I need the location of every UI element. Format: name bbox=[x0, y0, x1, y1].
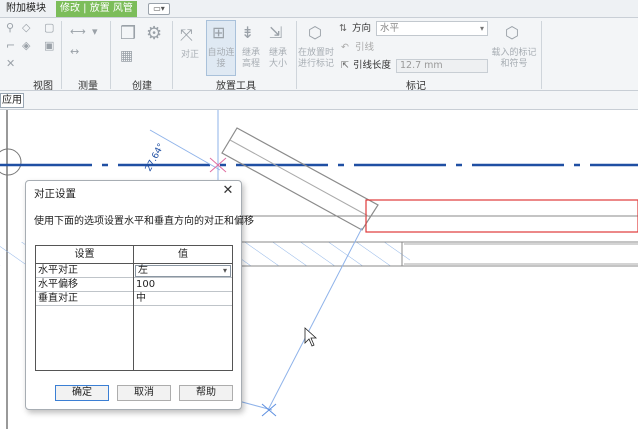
apply-button[interactable]: 应用 bbox=[0, 93, 24, 108]
inherit-elevation-icon[interactable]: ⇟ bbox=[241, 24, 254, 42]
tab-modify-place-duct[interactable]: 修改 | 放置 风管 bbox=[56, 1, 137, 17]
vertical-justification-value[interactable]: 中 bbox=[134, 292, 230, 305]
override-icon[interactable]: ◈ bbox=[22, 40, 30, 52]
orientation-icon: ⇅ bbox=[339, 23, 347, 34]
measure-dropdown-icon[interactable]: ▾ bbox=[92, 26, 98, 38]
row-label: 水平对正 bbox=[38, 265, 78, 276]
orientation-value: 水平 bbox=[380, 23, 400, 34]
leader-length-input[interactable]: 12.7 mm bbox=[396, 59, 488, 73]
inherit-size-label[interactable]: 继承大小 bbox=[265, 48, 291, 70]
delete-icon[interactable]: ✕ bbox=[6, 58, 15, 70]
ok-button[interactable]: 确定 bbox=[55, 385, 109, 401]
select-value: 左 bbox=[138, 265, 148, 276]
paint-icon[interactable]: ⌐ bbox=[6, 40, 15, 52]
chevron-down-icon: ▾ bbox=[479, 24, 484, 33]
panel-label-view: 视图 bbox=[33, 81, 53, 92]
mouse-cursor bbox=[304, 327, 318, 347]
leader-length-label: 引线长度 bbox=[353, 60, 392, 71]
load-tags-label[interactable]: 载入的标记和符号 bbox=[490, 48, 538, 70]
ribbon-minimize-icon[interactable]: ▭▾ bbox=[148, 3, 170, 15]
section-icon[interactable]: ▣ bbox=[44, 40, 54, 52]
justify-label: 对正 bbox=[180, 50, 199, 60]
horizontal-justification-select[interactable]: 左 ▾ bbox=[135, 265, 231, 277]
hide-icon[interactable]: ◇ bbox=[22, 22, 30, 34]
load-tags-icon[interactable]: ⬡ bbox=[505, 24, 519, 42]
auto-connect-icon: ⊞ bbox=[212, 23, 226, 42]
grid-bubble bbox=[0, 148, 22, 176]
settings-table: 设置 值 水平对正 左 ▾ 水平偏移 100 垂直对正 中 bbox=[35, 245, 233, 371]
column-header-value: 值 bbox=[178, 249, 188, 260]
column-divider bbox=[133, 246, 134, 370]
dialog-description: 使用下面的选项设置水平和垂直方向的对正和偏移 bbox=[34, 216, 254, 227]
dialog-title: 对正设置 bbox=[34, 188, 76, 200]
tag-on-placement-label[interactable]: 在放置时进行标记 bbox=[296, 48, 336, 70]
create-similar-icon[interactable]: ❒ bbox=[120, 24, 136, 44]
horizontal-offset-value[interactable]: 100 bbox=[134, 278, 230, 291]
cancel-button[interactable]: 取消 bbox=[117, 385, 171, 401]
leader-length-icon: ⇱ bbox=[341, 60, 349, 71]
ribbon-tab-bar: 附加模块 修改 | 放置 风管 ▭▾ bbox=[0, 0, 638, 18]
table-row[interactable]: 垂直对正 中 bbox=[36, 292, 232, 306]
panel-label-create: 创建 bbox=[132, 81, 152, 92]
auto-connect-label: 自动连接 bbox=[207, 48, 235, 69]
angle-dimension: 27.64° bbox=[144, 142, 167, 173]
ribbon: ⚲ ⌐ ✕ ◇ ◈ ▢ ▣ ⟷ ↔ ▾ ❒ ⚙ ▦ ⤧ 对正 ⊞ 自动连接 ⇟ … bbox=[0, 18, 638, 92]
panel-label-place-tools: 放置工具 bbox=[216, 81, 256, 92]
leader-label[interactable]: 引线 bbox=[355, 42, 374, 54]
table-header: 设置 值 bbox=[36, 246, 232, 264]
table-row[interactable]: 水平对正 左 ▾ bbox=[36, 264, 232, 278]
close-icon[interactable]: ✕ bbox=[221, 183, 235, 199]
justification-settings-dialog: 对正设置 ✕ 使用下面的选项设置水平和垂直方向的对正和偏移 设置 值 水平对正 … bbox=[25, 180, 254, 410]
aligned-dimension-icon[interactable]: ⟷ bbox=[70, 26, 86, 38]
chevron-down-icon: ▾ bbox=[222, 266, 227, 275]
view-icon[interactable]: ▢ bbox=[44, 22, 54, 34]
measure-icon[interactable]: ↔ bbox=[70, 46, 79, 58]
row-label: 水平偏移 bbox=[38, 279, 78, 290]
options-bar: 应用 bbox=[0, 91, 638, 110]
row-label: 垂直对正 bbox=[38, 293, 78, 304]
create-group-icon[interactable]: ⚙ bbox=[146, 24, 162, 44]
justify-icon[interactable]: ⤧ bbox=[180, 26, 193, 44]
orientation-label: 方向 bbox=[352, 23, 372, 34]
column-header-setting: 设置 bbox=[74, 249, 95, 260]
tag-on-placement-icon[interactable]: ⬡ bbox=[308, 24, 322, 42]
orientation-select[interactable]: 水平 ▾ bbox=[376, 21, 488, 36]
panel-label-measure: 测量 bbox=[78, 81, 98, 92]
inherit-elevation-label[interactable]: 继承高程 bbox=[238, 48, 264, 70]
modify-icon[interactable]: ⚲ bbox=[6, 22, 14, 34]
create-assembly-icon[interactable]: ▦ bbox=[120, 49, 133, 63]
panel-label-tag: 标记 bbox=[406, 81, 426, 92]
leader-icon: ↶ bbox=[341, 42, 349, 53]
wall-hatch bbox=[240, 242, 410, 266]
inherit-size-icon[interactable]: ⇲ bbox=[269, 24, 282, 42]
table-row[interactable]: 水平偏移 100 bbox=[36, 278, 232, 292]
help-button[interactable]: 帮助 bbox=[179, 385, 233, 401]
tab-add-ins[interactable]: 附加模块 bbox=[2, 1, 50, 17]
